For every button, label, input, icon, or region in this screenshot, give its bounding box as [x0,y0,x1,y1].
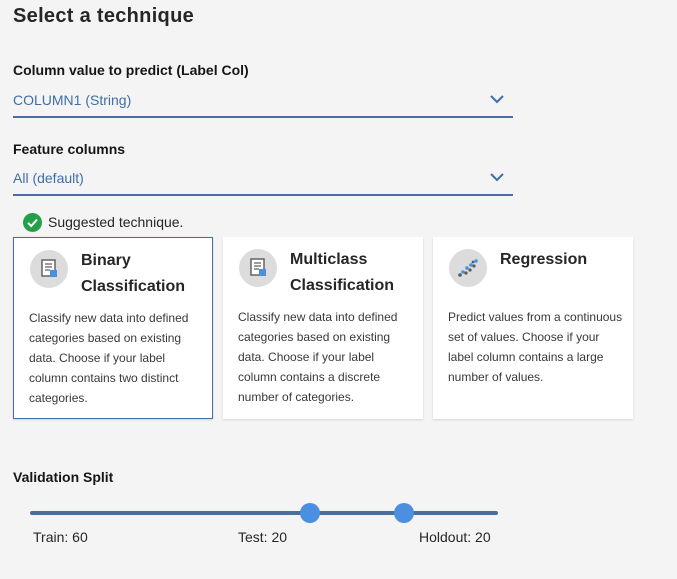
document-icon [239,249,277,287]
technique-title-line1: Multiclass [290,251,368,268]
page-title: Select a technique [13,5,195,27]
technique-page: Select a technique Column value to predi… [0,0,677,579]
technique-title-line2: Classification [290,277,395,294]
technique-title-line2: Classification [81,278,186,295]
feature-columns-label: Feature columns [13,141,126,157]
technique-title: Regression [500,247,628,273]
document-icon [30,250,68,288]
train-split-value: Train: 60 [33,529,88,545]
suggested-technique-note: Suggested technique. [23,212,183,232]
technique-card-binary-classification[interactable]: Binary Classification Classify new data … [13,237,213,419]
chevron-down-icon [490,95,504,104]
technique-title-line1: Binary [81,252,131,269]
technique-description: Classify new data into defined categorie… [29,311,189,405]
technique-description: Predict values from a continuous set of … [448,310,623,384]
label-column-label: Column value to predict (Label Col) [13,62,249,78]
checkmark-circle-icon [23,212,42,232]
validation-split-track[interactable] [30,511,498,515]
technique-card-regression[interactable]: Regression Predict values from a continu… [433,237,633,419]
technique-title-line1: Regression [500,251,588,268]
feature-columns-value: All (default) [13,170,84,186]
technique-title: Binary Classification [81,248,209,300]
test-split-value: Test: 20 [238,529,288,545]
train-test-slider-handle[interactable] [300,503,320,523]
label-column-value: COLUMN1 (String) [13,92,132,108]
holdout-split-value: Holdout: 20 [419,529,491,545]
suggested-technique-text: Suggested technique. [48,214,184,230]
test-holdout-slider-handle[interactable] [394,503,414,523]
technique-description: Classify new data into defined categorie… [238,310,398,404]
technique-card-multiclass-classification[interactable]: Multiclass Classification Classify new d… [223,237,423,419]
technique-title: Multiclass Classification [290,247,418,299]
label-column-select[interactable]: COLUMN1 (String) [13,92,513,118]
validation-split-label: Validation Split [13,469,114,485]
scatter-plot-icon [449,249,487,287]
chevron-down-icon [490,173,504,182]
feature-columns-select[interactable]: All (default) [13,170,513,196]
